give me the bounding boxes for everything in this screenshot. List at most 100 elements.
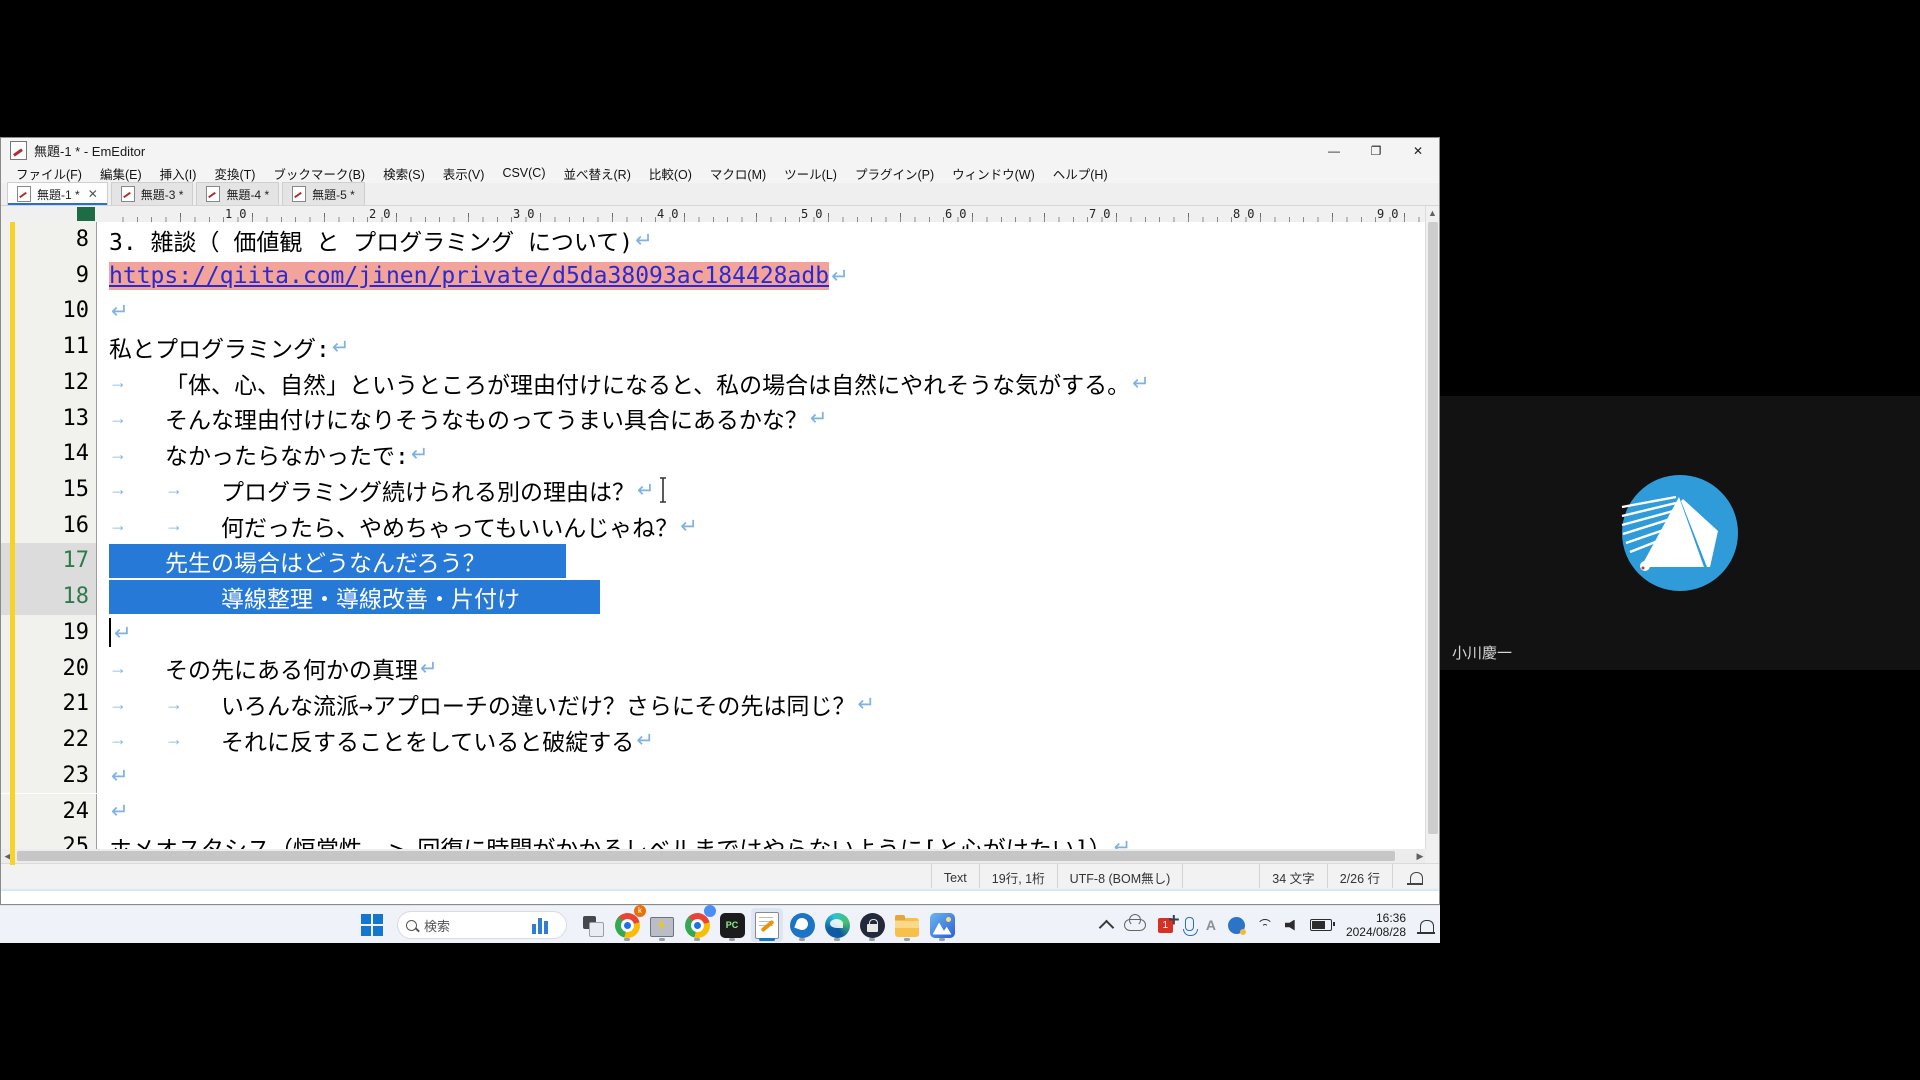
chrome-profile-2-glyph xyxy=(685,913,710,938)
text-caret xyxy=(109,618,111,647)
menu-item-13[interactable]: プラグイン(P) xyxy=(846,164,943,183)
taskbar-search-box[interactable]: 検索 xyxy=(397,911,567,939)
editor-line-17: 17→先生の場合はどうなんだろう？ xyxy=(1,543,1427,579)
vertical-scroll-thumb[interactable] xyxy=(1428,222,1438,834)
editor-line-15: 15→→プログラミング続けられる別の理由は？↵ xyxy=(1,472,1427,508)
tab-whitespace-mark: → xyxy=(165,587,221,608)
menu-item-8[interactable]: CSV(C) xyxy=(493,166,554,180)
document-tab-2[interactable]: 無題-3 * xyxy=(111,182,194,205)
tab-label: 無題-5 * xyxy=(312,186,355,203)
search-highlight-graphic-icon[interactable] xyxy=(532,916,558,934)
close-button[interactable]: ✕ xyxy=(1397,138,1439,163)
menu-item-12[interactable]: ツール(L) xyxy=(775,164,846,183)
menu-item-5[interactable]: ブックマーク(B) xyxy=(264,164,374,183)
menu-item-11[interactable]: マクロ(M) xyxy=(701,164,775,183)
document-icon xyxy=(121,186,135,202)
taskbar-blue-circle-app-icon[interactable] xyxy=(786,908,818,942)
menu-item-3[interactable]: 挿入(I) xyxy=(151,164,206,183)
line-text: それに反することをしていると破綻する xyxy=(221,723,634,757)
title-bar[interactable]: 無題-1 * - EmEditor — ❐ ✕ xyxy=(1,138,1439,163)
menu-item-1[interactable]: ファイル(F) xyxy=(7,164,91,183)
emeditor-app-icon xyxy=(10,141,27,160)
taskbar-clock[interactable]: 16:36 2024/08/28 xyxy=(1346,911,1406,939)
return-whitespace-mark: ↵ xyxy=(857,692,875,716)
photos-glyph xyxy=(930,913,955,938)
return-whitespace-mark: ↵ xyxy=(420,656,438,680)
line-number: 23 xyxy=(1,758,97,794)
line-number: 14 xyxy=(1,436,97,472)
menu-item-4[interactable]: 変換(T) xyxy=(205,164,264,183)
horizontal-scrollbar[interactable]: ◀ ▶ xyxy=(1,849,1427,863)
return-whitespace-mark: ↵ xyxy=(831,264,849,288)
taskbar-photos-icon[interactable] xyxy=(926,908,958,942)
menu-item-6[interactable]: 検索(S) xyxy=(374,164,434,183)
menu-item-14[interactable]: ウィンドウ(W) xyxy=(943,164,1044,183)
taskbar-remote-tool-icon[interactable] xyxy=(646,908,678,942)
menu-item-9[interactable]: 並べ替え(R) xyxy=(555,164,640,183)
status-cursor-position[interactable]: 19行, 1桁 xyxy=(979,864,1057,891)
minimize-button[interactable]: — xyxy=(1313,138,1355,163)
taskbar-edge-icon[interactable] xyxy=(821,908,853,942)
return-whitespace-mark: ↵ xyxy=(635,228,653,252)
document-tab-1[interactable]: 無題-1 *✕ xyxy=(7,182,108,205)
notification-bell-icon[interactable] xyxy=(1416,908,1438,942)
editor-line-12: 12→「体、心、自然」というところが理由付けになると、私の場合は自然にやれそうな… xyxy=(1,365,1427,401)
menu-item-15[interactable]: ヘルプ(H) xyxy=(1044,164,1117,183)
microphone-icon[interactable] xyxy=(1181,908,1198,942)
editor-line-16: 16→→何だったら、やめちゃってもいいんじゃね？↵ xyxy=(1,508,1427,544)
volume-icon[interactable] xyxy=(1281,908,1302,942)
maximize-button[interactable]: ❐ xyxy=(1355,138,1397,163)
taskbar-pycharm-icon[interactable] xyxy=(716,908,748,942)
document-tab-3[interactable]: 無題-4 * xyxy=(196,182,279,205)
return-whitespace-mark: ↵ xyxy=(637,478,655,502)
line-text: 何だったら、やめちゃってもいいんじゃね？ xyxy=(221,509,678,543)
tab-whitespace-mark: → xyxy=(165,515,221,536)
taskbar-file-explorer-icon[interactable] xyxy=(891,908,923,942)
ime-mode-icon[interactable]: A xyxy=(1202,908,1220,942)
zoom-participant-tile[interactable]: 小川慶一 xyxy=(1440,396,1920,670)
ruler-ticks xyxy=(109,206,1423,222)
scroll-up-arrow[interactable]: ▲ xyxy=(1426,206,1439,220)
tab-whitespace-mark: → xyxy=(109,694,165,715)
taskbar-chrome-profile-2-icon[interactable] xyxy=(681,908,713,942)
menu-bar: ファイル(F)編集(E)挿入(I)変換(T)ブックマーク(B)検索(S)表示(V… xyxy=(1,163,1439,183)
horizontal-scroll-thumb[interactable] xyxy=(17,851,1395,861)
line-number: 21 xyxy=(1,686,97,722)
tab-close-icon[interactable]: ✕ xyxy=(88,187,98,201)
taskbar-start-icon[interactable] xyxy=(356,908,388,942)
status-char-count[interactable]: 34 文字 xyxy=(1259,864,1326,891)
menu-item-2[interactable]: 編集(E) xyxy=(91,164,151,183)
taskbar-task-view-icon[interactable] xyxy=(576,908,608,942)
line-number: 24 xyxy=(1,794,97,830)
taskbar-chrome-profile-1-icon[interactable]: k xyxy=(611,908,643,942)
ruler-number: 80 xyxy=(1233,207,1261,221)
tab-label: 無題-4 * xyxy=(226,186,269,203)
wifi-icon[interactable] xyxy=(1253,908,1277,942)
participant-name: 小川慶一 xyxy=(1452,642,1512,663)
taskbar-emeditor-icon[interactable] xyxy=(751,908,783,942)
status-encoding[interactable]: UTF-8 (BOM無し) xyxy=(1057,864,1183,891)
status-notification-area[interactable] xyxy=(1392,864,1439,891)
menu-item-7[interactable]: 表示(V) xyxy=(434,164,494,183)
document-icon xyxy=(17,186,31,202)
start-glyph xyxy=(361,914,383,936)
taskbar-password-manager-icon[interactable] xyxy=(856,908,888,942)
battery-icon[interactable] xyxy=(1306,908,1336,942)
badge-count: 1 xyxy=(1158,918,1173,933)
notification-badge-icon[interactable]: 1 xyxy=(1154,908,1177,942)
vertical-scrollbar[interactable]: ▲ ▼ xyxy=(1425,206,1439,865)
ruler-cursor-marker xyxy=(77,207,95,221)
status-mode[interactable]: Text xyxy=(931,864,979,891)
pycharm-glyph xyxy=(720,913,745,938)
menu-item-10[interactable]: 比較(O) xyxy=(640,164,701,183)
status-line-position[interactable]: 2/26 行 xyxy=(1327,864,1392,891)
onedrive-cloud-icon[interactable] xyxy=(1120,908,1150,942)
line-text: 私とプログラミング: xyxy=(109,330,330,364)
hyperlink-text[interactable]: https://qiita.com/jinen/private/d5da3809… xyxy=(109,262,829,290)
blue-dot-app-icon[interactable] xyxy=(1224,908,1249,942)
editor-text-area[interactable]: 83. 雑談（ 価値観 と プログラミング について)↵9https://qii… xyxy=(1,222,1427,865)
selection-highlight: →先生の場合はどうなんだろう？ xyxy=(109,544,566,578)
document-tab-4[interactable]: 無題-5 * xyxy=(282,182,365,205)
tray-chevron-up-icon[interactable] xyxy=(1097,908,1116,942)
windows-taskbar: 検索 k 1 A 16:36 2024/08/28 xyxy=(0,905,1440,943)
